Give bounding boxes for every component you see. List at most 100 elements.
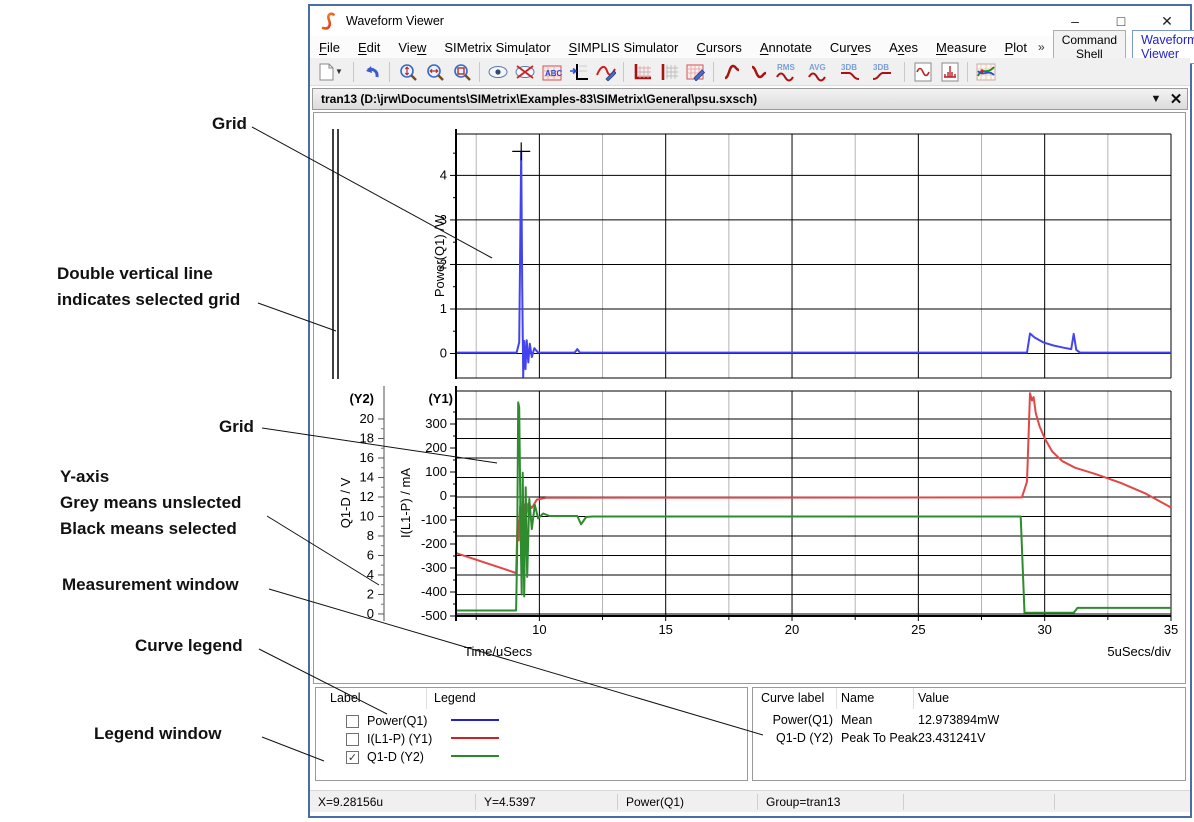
menu-plot[interactable]: Plot bbox=[996, 38, 1036, 57]
svg-text:Time/uSecs: Time/uSecs bbox=[464, 644, 533, 659]
status-cursor-y: Y=4.5397 bbox=[476, 794, 618, 810]
svg-text:-400: -400 bbox=[421, 584, 447, 599]
menu-simetrix-simulator[interactable]: SIMetrix Simulator bbox=[435, 38, 559, 57]
svg-text:(Y2): (Y2) bbox=[349, 391, 374, 406]
zoom-x-button[interactable] bbox=[422, 60, 447, 84]
toolbar-overflow-chevron[interactable]: » bbox=[1036, 40, 1047, 54]
curve-q1-d[interactable] bbox=[456, 402, 1171, 612]
split-grid-button[interactable] bbox=[656, 60, 681, 84]
annotation-grid-top: Grid bbox=[212, 111, 247, 137]
menu-measure[interactable]: Measure bbox=[927, 38, 996, 57]
legend-col-label: Label bbox=[330, 691, 361, 705]
annotation-y-axis: Y-axis Grey means unslected Black means … bbox=[60, 464, 241, 542]
plot-tab-title: tran13 (D:\jrw\Documents\SIMetrix\Exampl… bbox=[313, 92, 1147, 106]
derivative-curve-button[interactable] bbox=[746, 60, 771, 84]
menu-cursors[interactable]: Cursors bbox=[687, 38, 751, 57]
edit-curve-button[interactable] bbox=[593, 60, 618, 84]
menu-axes[interactable]: Axes bbox=[880, 38, 927, 57]
status-group: Group=tran13 bbox=[758, 794, 904, 810]
svg-text:16: 16 bbox=[360, 450, 374, 465]
legend-line-sample bbox=[451, 719, 499, 721]
menu-bar: FileEditViewSIMetrix SimulatorSIMPLIS Si… bbox=[310, 36, 1190, 58]
undo-button[interactable] bbox=[359, 60, 384, 84]
rms-button[interactable]: RMS bbox=[773, 60, 803, 84]
simetrix-logo-icon bbox=[318, 11, 338, 31]
svg-text:2: 2 bbox=[367, 586, 374, 601]
svg-text:0: 0 bbox=[367, 606, 374, 621]
status-empty bbox=[904, 794, 1055, 810]
tab-dropdown-button[interactable]: ▼ bbox=[1147, 90, 1165, 108]
graph-panel[interactable]: 01234Power(Q1) /W02468101214161820(Y2)Q1… bbox=[313, 112, 1186, 684]
avg-button[interactable]: AVG bbox=[805, 60, 835, 84]
zoom-fit-button[interactable] bbox=[395, 60, 420, 84]
db3-low-label: 3DB bbox=[841, 63, 857, 72]
measurement-window: Curve label Name Value Power(Q1) Mean 12… bbox=[752, 687, 1186, 781]
meas-name: Peak To Peak bbox=[841, 731, 918, 745]
svg-text:100: 100 bbox=[425, 464, 447, 479]
column-divider bbox=[836, 688, 837, 709]
selected-grid-indicator bbox=[333, 129, 338, 379]
annotation-measurement-window: Measurement window bbox=[62, 572, 239, 598]
svg-text:18: 18 bbox=[360, 430, 374, 445]
hide-curve-button[interactable] bbox=[512, 60, 537, 84]
svg-text:20: 20 bbox=[785, 622, 799, 637]
label-curve-button[interactable]: ABC bbox=[539, 60, 564, 84]
svg-text:4: 4 bbox=[440, 167, 447, 182]
db3-lowpass-button[interactable]: 3DB bbox=[837, 60, 867, 84]
add-grid-button[interactable] bbox=[629, 60, 654, 84]
toolbar-separator bbox=[967, 62, 968, 82]
edit-grid-button[interactable] bbox=[683, 60, 708, 84]
plot-tab-header[interactable]: tran13 (D:\jrw\Documents\SIMetrix\Exampl… bbox=[312, 88, 1188, 110]
svg-text:ABC: ABC bbox=[545, 69, 562, 78]
toolbar-separator bbox=[353, 62, 354, 82]
svg-text:4: 4 bbox=[367, 567, 374, 582]
waveform-plot[interactable]: 01234Power(Q1) /W02468101214161820(Y2)Q1… bbox=[314, 113, 1185, 683]
curve-i-l1-p[interactable] bbox=[456, 393, 1171, 573]
legend-line-sample bbox=[451, 755, 499, 757]
plot-fft-button[interactable] bbox=[937, 60, 962, 84]
meas-value: 12.973894mW bbox=[918, 713, 999, 727]
legend-window: Label Legend Power(Q1) I(L1-P) (Y1) ✓ Q1… bbox=[315, 687, 748, 781]
svg-text:30: 30 bbox=[1037, 622, 1051, 637]
show-curve-button[interactable] bbox=[485, 60, 510, 84]
legend-label: Power(Q1) bbox=[367, 714, 427, 728]
checkbox-power-q1[interactable] bbox=[346, 715, 359, 728]
plot-sine-button[interactable] bbox=[910, 60, 935, 84]
svg-text:Q1-D / V: Q1-D / V bbox=[338, 477, 353, 528]
checkbox-q1-d[interactable]: ✓ bbox=[346, 751, 359, 764]
svg-text:(Y1): (Y1) bbox=[428, 391, 453, 406]
smooth-curve-button[interactable] bbox=[719, 60, 744, 84]
waveform-viewer-window: Waveform Viewer – □ ✕ FileEditViewSIMetr… bbox=[308, 4, 1192, 818]
legend-row[interactable]: ✓ Q1-D (Y2) bbox=[346, 748, 424, 766]
menu-curves[interactable]: Curves bbox=[821, 38, 880, 57]
legend-row[interactable]: Power(Q1) bbox=[346, 712, 427, 730]
legend-col-legend: Legend bbox=[434, 691, 476, 705]
menu-edit[interactable]: Edit bbox=[349, 38, 389, 57]
tab-close-button[interactable]: ✕ bbox=[1167, 90, 1185, 108]
checkbox-i-l1-p[interactable] bbox=[346, 733, 359, 746]
column-divider bbox=[426, 688, 427, 709]
svg-text:-200: -200 bbox=[421, 536, 447, 551]
svg-text:0: 0 bbox=[440, 346, 447, 361]
menu-file[interactable]: File bbox=[310, 38, 349, 57]
db3-highpass-button[interactable]: 3DB bbox=[869, 60, 899, 84]
meas-col-value: Value bbox=[918, 691, 949, 705]
menu-view[interactable]: View bbox=[389, 38, 435, 57]
menu-annotate[interactable]: Annotate bbox=[751, 38, 821, 57]
status-bar: X=9.28156u Y=4.5397 Power(Q1) Group=tran… bbox=[310, 790, 1190, 812]
legend-label: I(L1-P) (Y1) bbox=[367, 732, 432, 746]
svg-text:-300: -300 bbox=[421, 560, 447, 575]
plot-options-button[interactable] bbox=[973, 60, 998, 84]
add-axis-button[interactable] bbox=[566, 60, 591, 84]
svg-text:15: 15 bbox=[658, 622, 672, 637]
legend-row[interactable]: I(L1-P) (Y1) bbox=[346, 730, 432, 748]
zoom-rect-button[interactable] bbox=[449, 60, 474, 84]
cursor-crosshair[interactable] bbox=[512, 142, 530, 160]
svg-text:14: 14 bbox=[360, 469, 374, 484]
status-cursor-x: X=9.28156u bbox=[310, 794, 476, 810]
new-plot-button[interactable]: ▼ bbox=[314, 60, 348, 84]
annotation-double-line: Double vertical line indicates selected … bbox=[57, 261, 240, 313]
menu-simplis-simulator[interactable]: SIMPLIS Simulator bbox=[560, 38, 688, 57]
toolbar-separator bbox=[623, 62, 624, 82]
meas-value: 23.431241V bbox=[918, 731, 985, 745]
